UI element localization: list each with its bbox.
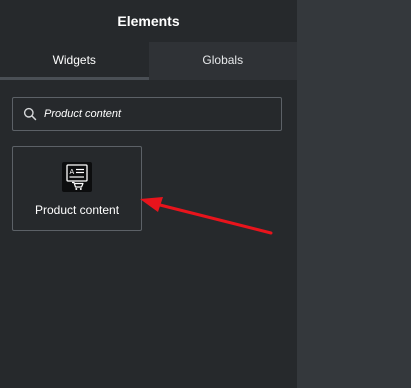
search-icon xyxy=(23,107,37,121)
elements-panel: Elements Widgets Globals A xyxy=(0,0,297,388)
editor-canvas xyxy=(297,0,411,388)
product-content-icon: A xyxy=(62,162,92,192)
search-input[interactable] xyxy=(44,108,264,120)
widget-label: Product content xyxy=(34,203,120,217)
svg-text:A: A xyxy=(70,169,75,176)
panel-title: Elements xyxy=(117,13,180,29)
tab-globals[interactable]: Globals xyxy=(148,42,297,80)
widget-product-content[interactable]: A Product content xyxy=(12,146,142,231)
tab-widgets[interactable]: Widgets xyxy=(0,42,149,80)
widget-search-field[interactable] xyxy=(12,97,282,131)
panel-tabs: Widgets Globals xyxy=(0,42,297,80)
